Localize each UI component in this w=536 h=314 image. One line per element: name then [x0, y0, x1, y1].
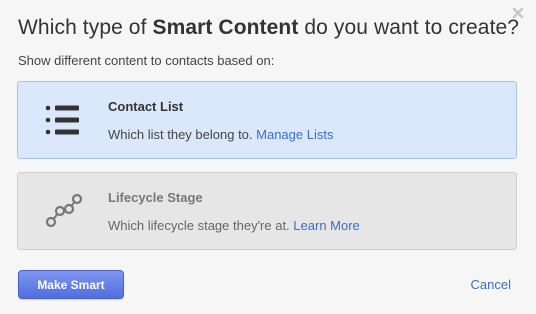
title-prefix: Which type of [18, 16, 153, 39]
make-smart-button[interactable]: Make Smart [18, 270, 124, 299]
title-bold: Smart Content [152, 16, 299, 39]
manage-lists-link[interactable]: Manage Lists [256, 127, 333, 142]
dialog-title: Which type of Smart Content do you want … [18, 16, 519, 40]
list-icon [44, 102, 84, 138]
smart-content-dialog: Which type of Smart Content do you want … [0, 0, 536, 314]
option-contact-list[interactable]: Contact List Which list they belong to. … [17, 81, 517, 159]
option-title: Lifecycle Stage [108, 190, 203, 205]
dialog-subtitle: Show different content to contacts based… [18, 53, 275, 68]
learn-more-link[interactable]: Learn More [293, 218, 359, 233]
cancel-link[interactable]: Cancel [471, 277, 511, 292]
option-desc-text: Which lifecycle stage they're at. [108, 218, 294, 233]
title-suffix: do you want to create? [298, 16, 520, 39]
option-lifecycle-stage[interactable]: Lifecycle Stage Which lifecycle stage th… [17, 172, 517, 250]
option-description: Which list they belong to. Manage Lists [108, 127, 333, 142]
option-title: Contact List [108, 99, 184, 114]
option-desc-text: Which list they belong to. [108, 127, 257, 142]
lifecycle-stage-icon [44, 193, 84, 229]
option-description: Which lifecycle stage they're at. Learn … [108, 218, 360, 233]
